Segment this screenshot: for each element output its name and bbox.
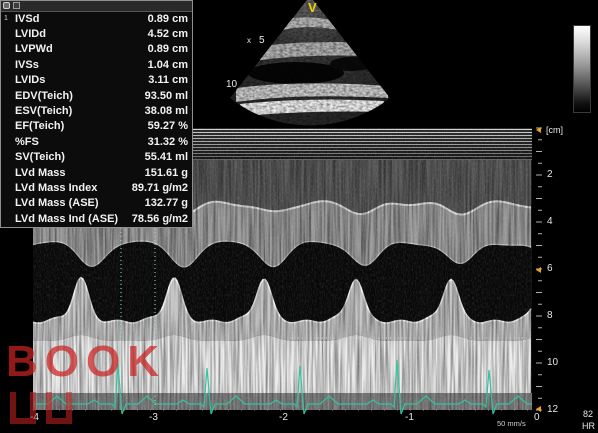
measurement-row: IVSs 1.04 cm xyxy=(1,57,192,72)
measurement-label: EDV(Teich) xyxy=(15,89,73,102)
measurement-value: 93.50 ml xyxy=(144,89,188,102)
measurement-label: ESV(Teich) xyxy=(15,105,73,118)
measurement-label: LVd Mass (ASE) xyxy=(15,197,99,210)
measurement-value: 31.32 % xyxy=(147,135,188,148)
measurement-row: LVd Mass Ind (ASE) 78.56 g/m2 xyxy=(1,211,192,226)
measurement-value: 89.71 g/m2 xyxy=(131,181,188,194)
measurement-list: IVSd 0.89 cm LVIDd 4.52 cm LVPWd 0.89 cm IV… xyxy=(1,11,192,226)
measurement-label: %FS xyxy=(15,135,39,148)
measurement-value: 132.77 g xyxy=(144,197,188,210)
measurement-value: 59.27 % xyxy=(147,120,188,133)
measurement-row: ESV(Teich) 38.08 ml xyxy=(1,103,192,118)
measurement-panel: 1 IVSd 0.89 cm LVIDd 4.52 cm LVPWd 0.89 cm … xyxy=(0,0,193,228)
measurement-value: 0.89 cm xyxy=(147,43,188,56)
watermark-shape xyxy=(10,392,36,424)
measurement-row: IVSd 0.89 cm xyxy=(1,11,192,26)
measurement-label: LVIDs xyxy=(15,74,46,87)
measurement-value: 78.56 g/m2 xyxy=(131,212,188,225)
panel-icon xyxy=(13,2,20,9)
measurement-value: 1.04 cm xyxy=(147,58,188,71)
measurement-value: 38.08 ml xyxy=(144,105,188,118)
watermark-shape xyxy=(46,392,72,424)
ultrasound-screen: V x 5 10 [cm] 2 4 6 8 10 12 -4 -3 -2 -1 … xyxy=(0,0,598,433)
measurement-label: LVd Mass Index xyxy=(15,181,98,194)
measurement-label: EF(Teich) xyxy=(15,120,65,133)
measurement-value: 0.89 cm xyxy=(147,12,188,25)
measurement-row: EF(Teich) 59.27 % xyxy=(1,119,192,134)
measurement-value: 4.52 cm xyxy=(147,28,188,41)
measurement-label: LVd Mass Ind (ASE) xyxy=(15,212,119,225)
measurement-row: LVIDs 3.11 cm xyxy=(1,73,192,88)
measurement-label: LVPWd xyxy=(15,43,53,56)
measurement-row: LVd Mass 151.61 g xyxy=(1,165,192,180)
measurement-label: LVIDd xyxy=(15,28,46,41)
measurement-row: LVIDd 4.52 cm xyxy=(1,26,192,41)
measurement-row: EDV(Teich) 93.50 ml xyxy=(1,88,192,103)
measurement-value: 55.41 ml xyxy=(144,151,188,164)
measurement-row: SV(Teich) 55.41 ml xyxy=(1,150,192,165)
measurement-row: LVd Mass (ASE) 132.77 g xyxy=(1,196,192,211)
measurement-label: LVd Mass xyxy=(15,166,66,179)
measurement-row: %FS 31.32 % xyxy=(1,134,192,149)
watermark-logo: BOOK xyxy=(6,337,166,386)
measurement-value: 3.11 cm xyxy=(148,74,188,87)
measurement-value: 151.61 g xyxy=(144,166,188,179)
measurement-row: LVPWd 0.89 cm xyxy=(1,42,192,57)
measurement-label: IVSd xyxy=(15,12,40,25)
measurement-label: IVSs xyxy=(15,58,39,71)
window-menu-icon[interactable] xyxy=(3,2,10,9)
measurement-row: LVd Mass Index 89.71 g/m2 xyxy=(1,180,192,195)
measurement-label: SV(Teich) xyxy=(15,151,65,164)
